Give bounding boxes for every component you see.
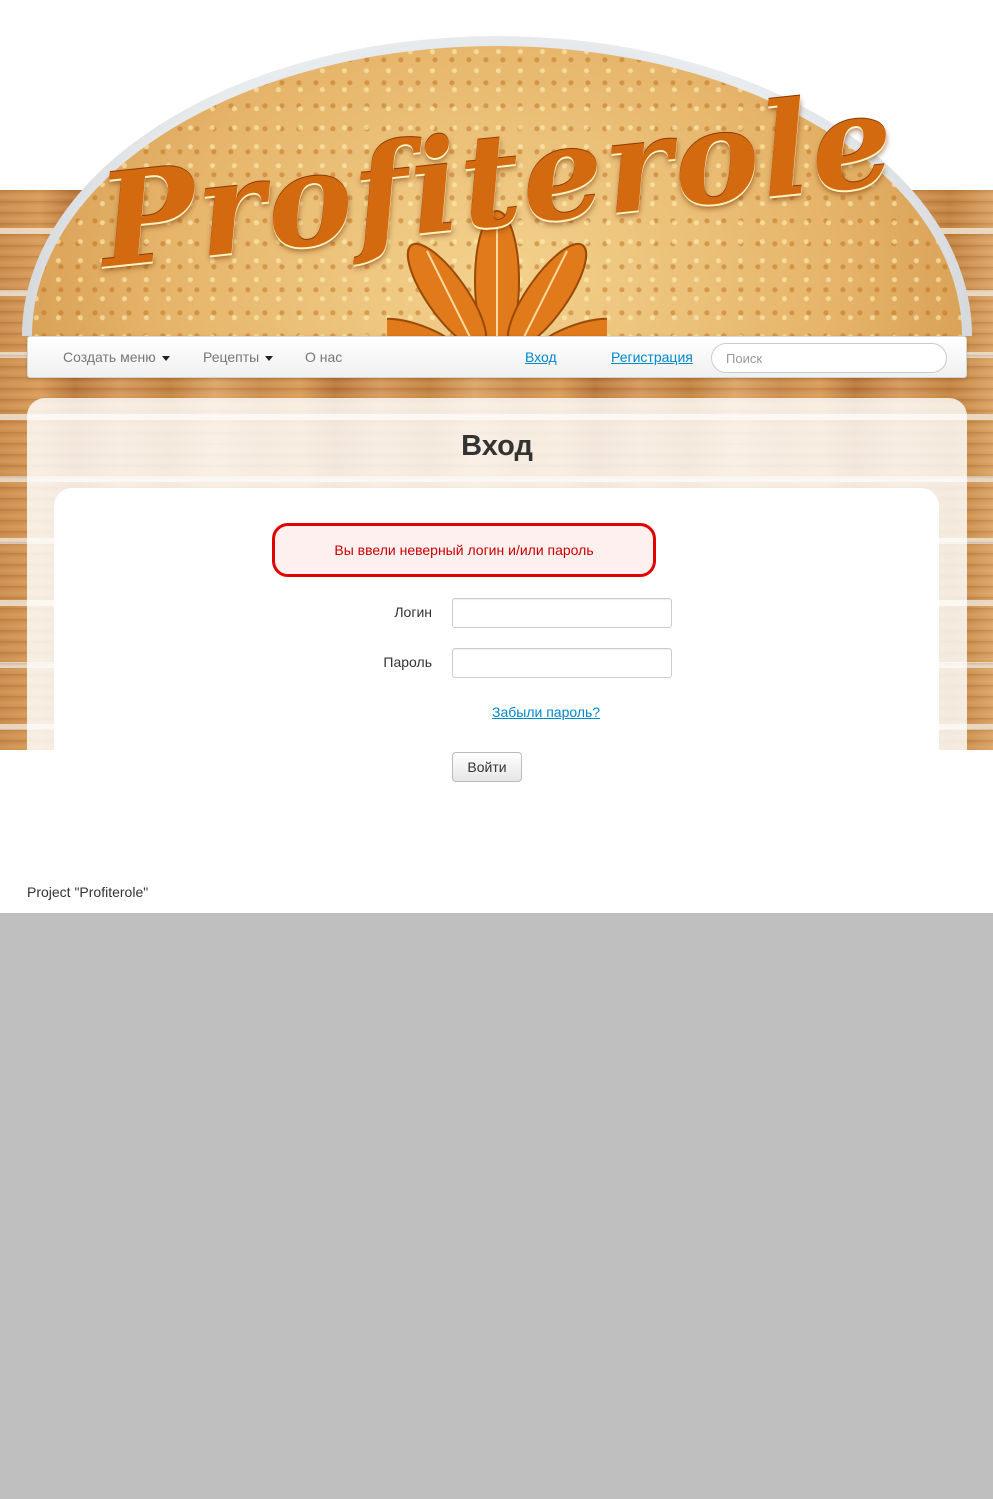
caret-down-icon <box>161 355 170 361</box>
login-button[interactable]: Войти <box>452 752 522 782</box>
caret-down-icon <box>265 355 274 361</box>
nav-item-label: Создать меню <box>63 349 156 365</box>
search-input[interactable] <box>711 343 947 373</box>
footer-text: Project "Profiterole" <box>27 884 149 900</box>
forgot-password-link[interactable]: Забыли пароль? <box>492 704 600 720</box>
password-label: Пароль <box>383 654 432 670</box>
site-logo[interactable]: Profiterole <box>22 36 972 336</box>
nav-item-about[interactable]: О нас <box>305 349 342 365</box>
nav-item-label: Рецепты <box>203 349 260 365</box>
nav-item-recipes[interactable]: Рецепты <box>203 349 274 365</box>
password-field[interactable] <box>452 648 672 678</box>
login-field[interactable] <box>452 598 672 628</box>
login-label: Логин <box>394 604 432 620</box>
nav-register-link[interactable]: Регистрация <box>611 349 693 365</box>
nav-item-label: О нас <box>305 349 343 365</box>
nav-login-link[interactable]: Вход <box>525 349 557 365</box>
navbar: Создать меню Рецепты О нас Вход Регистра… <box>27 336 967 378</box>
error-message: Вы ввели неверный логин и/или пароль <box>272 523 656 577</box>
nav-item-create-menu[interactable]: Создать меню <box>63 349 170 365</box>
page-title: Вход <box>461 430 533 462</box>
